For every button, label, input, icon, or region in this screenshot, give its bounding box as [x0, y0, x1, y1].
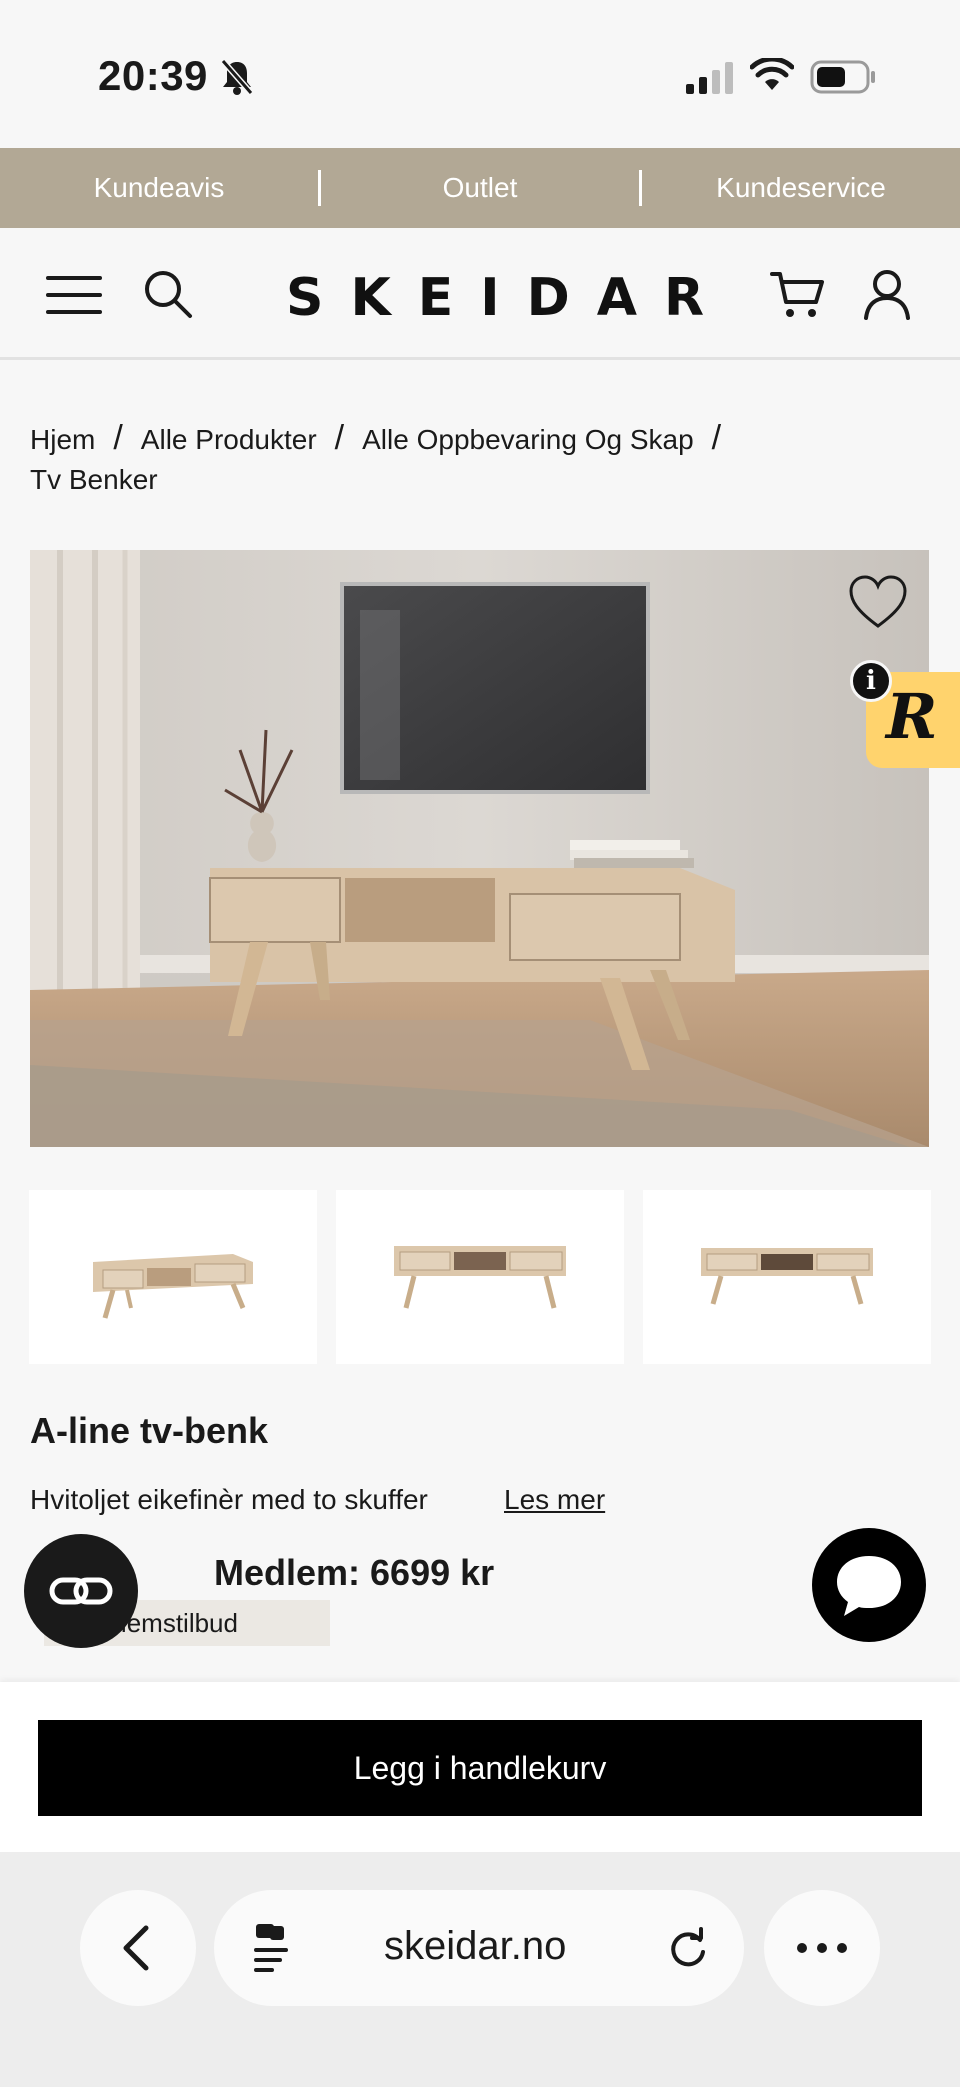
chat-bubble-icon — [837, 1556, 901, 1616]
site-header: SKEIDAR — [0, 228, 960, 360]
reload-icon[interactable] — [666, 1926, 710, 1970]
info-icon[interactable]: i — [850, 660, 892, 702]
promo-bar: Kundeavis Outlet Kundeservice — [0, 148, 960, 228]
reader-icon[interactable] — [250, 1920, 298, 1976]
breadcrumb: Hjem / Alle Produkter / Alle Oppbevaring Og … — [30, 418, 910, 500]
back-chevron-icon — [123, 1925, 149, 1971]
promo-link-kundeavis[interactable]: Kundeavis — [0, 172, 318, 204]
breadcrumb-item-oppbevaring[interactable]: Alle Oppbevaring Og Skap — [362, 424, 694, 455]
heart-icon[interactable] — [848, 574, 908, 630]
tv-bench-thumbnail-icon — [394, 1246, 566, 1309]
breadcrumb-item-alle-produkter[interactable]: Alle Produkter — [141, 424, 317, 455]
cart-icon[interactable] — [770, 270, 826, 320]
menu-icon[interactable] — [46, 276, 102, 314]
search-icon[interactable] — [142, 268, 194, 320]
compare-button[interactable] — [24, 1534, 138, 1648]
status-time: 20:39 — [98, 52, 208, 99]
url-text: skeidar.no — [384, 1924, 567, 1968]
site-logo[interactable]: SKEIDAR — [286, 268, 731, 328]
link-icon — [49, 1577, 113, 1605]
promo-link-outlet[interactable]: Outlet — [321, 172, 639, 204]
add-to-cart-panel: Legg i handlekurv — [0, 1682, 960, 1852]
breadcrumb-item-tv-benker[interactable]: Tv Benker — [30, 464, 158, 495]
breadcrumb-item-hjem[interactable]: Hjem — [30, 424, 95, 455]
read-more-link[interactable]: Les mer — [504, 1484, 605, 1516]
more-dots-icon — [797, 1943, 847, 1953]
tv-bench-thumbnail-icon — [93, 1254, 253, 1319]
chat-button[interactable] — [812, 1528, 926, 1642]
product-title: A-line tv-benk — [30, 1410, 269, 1451]
promo-link-kundeservice[interactable]: Kundeservice — [642, 172, 960, 204]
product-subtitle: Hvitoljet eikefinèr med to skuffer — [30, 1484, 428, 1515]
bell-slash-icon — [220, 59, 254, 95]
back-button[interactable] — [80, 1890, 196, 2006]
cellular-signal-icon — [686, 62, 733, 94]
url-bar[interactable]: skeidar.no — [214, 1890, 744, 2006]
wifi-icon — [750, 58, 794, 90]
breadcrumb-separator: / — [334, 419, 345, 457]
r-badge-letter: R — [886, 680, 938, 753]
battery-icon — [810, 60, 875, 94]
more-button[interactable] — [764, 1890, 880, 2006]
breadcrumb-separator: / — [711, 419, 722, 457]
tv-bench-photo — [30, 550, 929, 1147]
user-icon[interactable] — [862, 268, 912, 320]
thumbnail-front[interactable] — [336, 1190, 624, 1364]
price-member: Medlem: 6699 kr — [214, 1552, 495, 1593]
product-main-image[interactable] — [30, 550, 929, 1147]
thumbnail-front-low[interactable] — [643, 1190, 931, 1364]
tv-bench-thumbnail-icon — [701, 1248, 873, 1305]
breadcrumb-separator: / — [113, 419, 123, 457]
status-bar: 20:39 — [0, 0, 960, 148]
add-to-cart-button[interactable]: Legg i handlekurv — [38, 1720, 922, 1816]
browser-toolbar: skeidar.no — [0, 1852, 960, 2087]
thumbnail-angled[interactable] — [29, 1190, 317, 1364]
